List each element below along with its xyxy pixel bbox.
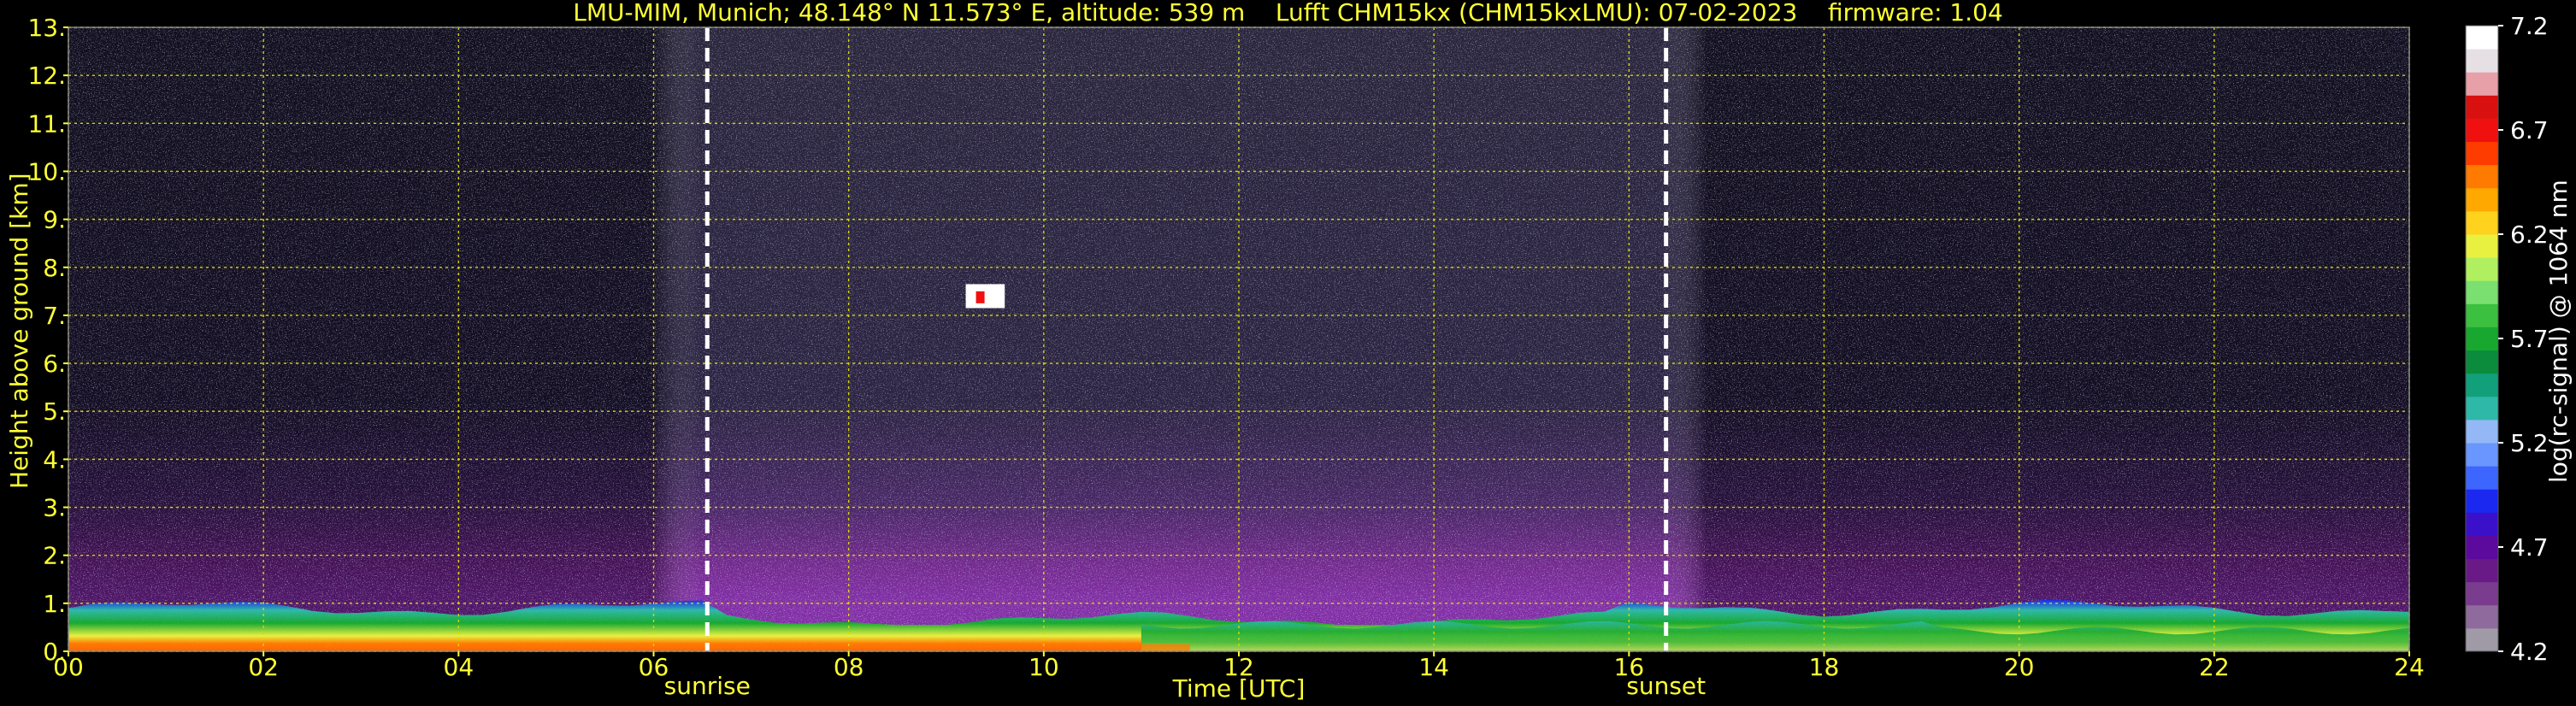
x-tick-label: 04	[444, 653, 475, 681]
y-tick-label: 2.	[43, 542, 66, 570]
colorbar-label: log(rc-signal) @ 1064 nm	[2544, 179, 2573, 483]
colorbar: 7.26.76.25.75.24.74.2	[2465, 12, 2549, 666]
colorbar-segment	[2466, 26, 2498, 50]
colorbar-segment	[2466, 187, 2498, 212]
colorbar-segment	[2466, 164, 2498, 189]
colorbar-segment	[2466, 396, 2498, 421]
x-tick-label: 02	[248, 653, 279, 681]
colorbar-segment	[2466, 141, 2498, 166]
cloud-core	[976, 291, 985, 303]
colorbar-segment	[2466, 373, 2498, 397]
x-tick-label: 06	[639, 653, 669, 681]
x-tick-label: 14	[1418, 653, 1449, 681]
colorbar-segment	[2466, 581, 2498, 606]
colorbar-segment	[2466, 627, 2498, 652]
x-tick-label: 18	[1809, 653, 1840, 681]
y-tick-label: 11.	[27, 109, 66, 138]
x-tick-label: 22	[2199, 653, 2230, 681]
chart-title: LMU-MIM, Munich; 48.148° N 11.573° E, al…	[573, 0, 2003, 26]
x-tick-label: 24	[2394, 653, 2425, 681]
y-tick-label: 4.	[43, 445, 66, 474]
colorbar-segment	[2466, 49, 2498, 73]
y-tick-label: 6.	[43, 350, 66, 378]
colorbar-tick-label: 6.7	[2510, 116, 2549, 144]
colorbar-segment	[2466, 257, 2498, 281]
colorbar-segment	[2466, 512, 2498, 536]
y-tick-label: 7.	[43, 302, 66, 330]
colorbar-segment	[2466, 535, 2498, 560]
colorbar-segment	[2466, 280, 2498, 304]
colorbar-tick-label: 5.7	[2510, 325, 2549, 353]
y-tick-label: 12.	[27, 62, 66, 90]
colorbar-segment	[2466, 443, 2498, 467]
colorbar-tick-label: 4.7	[2510, 533, 2549, 562]
x-axis-label: Time [UTC]	[1172, 674, 1306, 703]
colorbar-segment	[2466, 350, 2498, 374]
colorbar-segment	[2466, 489, 2498, 513]
x-tick-label: 16	[1614, 653, 1645, 681]
y-tick-label: 8.	[43, 254, 66, 282]
y-tick-label: 1.	[43, 590, 66, 618]
colorbar-segment	[2466, 303, 2498, 327]
y-tick-label: 9.	[43, 206, 66, 234]
colorbar-segment	[2466, 327, 2498, 351]
y-axis-label: Height above ground [km]	[5, 173, 33, 489]
colorbar-segment	[2466, 558, 2498, 583]
x-tick-label: 08	[834, 653, 864, 681]
colorbar-segment	[2466, 419, 2498, 444]
colorbar-segment	[2466, 118, 2498, 143]
colorbar-segment	[2466, 604, 2498, 629]
cloud-patch	[965, 284, 1005, 309]
sunrise-label: sunrise	[664, 672, 751, 700]
colorbar-tick-label: 5.2	[2510, 429, 2549, 457]
colorbar-segment	[2466, 234, 2498, 258]
colorbar-segment	[2466, 95, 2498, 119]
colorbar-segment	[2466, 210, 2498, 235]
y-tick-label: 10.	[27, 157, 66, 185]
colorbar-tick-label: 6.2	[2510, 221, 2549, 249]
lidar-ceilometer-plot: sunrise sunset 00 02 04 06 08 10 12 14 16 18 20 22 24…	[27, 12, 2549, 703]
colorbar-tick-label: 4.2	[2510, 638, 2549, 666]
y-tick-label: 3.	[43, 494, 66, 522]
colorbar-segment	[2466, 72, 2498, 96]
y-tick-label: 0.	[43, 638, 66, 666]
x-tick-label: 10	[1029, 653, 1059, 681]
y-tick-label: 5.	[43, 397, 66, 426]
x-tick-label: 20	[2004, 653, 2035, 681]
colorbar-segment	[2466, 466, 2498, 490]
